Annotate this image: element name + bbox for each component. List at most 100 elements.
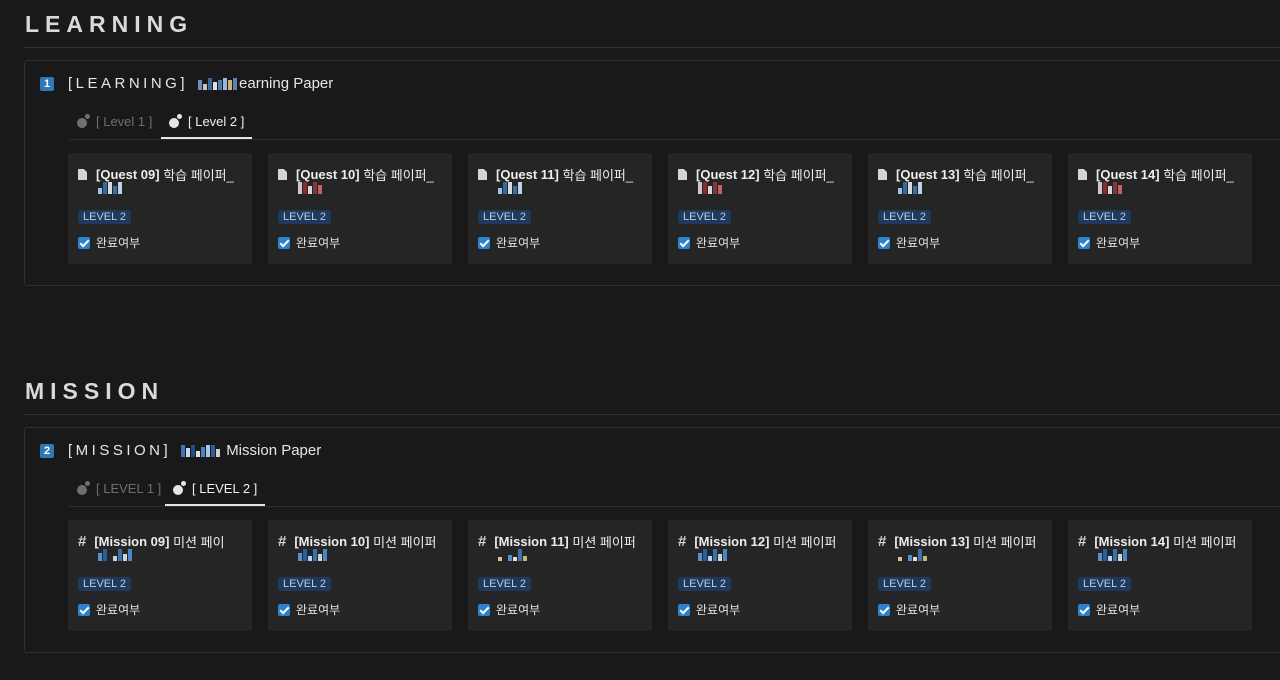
redacted-text-image <box>498 182 522 194</box>
tab-level-2[interactable]: [ Level 2 ] <box>161 105 253 139</box>
done-label: 완료여부 <box>896 236 941 250</box>
card-code: [Mission 09] <box>94 534 170 549</box>
tab-label: [ Level 2 ] <box>188 114 245 129</box>
level-badge: LEVEL 2 <box>678 577 732 591</box>
done-label: 완료여부 <box>296 603 341 617</box>
hash-icon: # <box>78 533 87 550</box>
quest-card[interactable]: [Quest 14] 학습 페이퍼_ LEVEL 2 완료여부 <box>1068 153 1252 264</box>
done-checkbox[interactable] <box>478 236 490 249</box>
redacted-text-image <box>698 182 722 194</box>
redacted-text-image <box>498 549 527 561</box>
card-title: 학습 페이퍼_ <box>763 168 834 183</box>
done-checkbox[interactable] <box>478 603 490 616</box>
mission-card[interactable]: # [Mission 13] 미션 페이퍼 LEVEL 2 완료여부 <box>868 520 1052 631</box>
done-label: 완료여부 <box>896 603 941 617</box>
level-badge: LEVEL 2 <box>878 210 932 224</box>
mission-tabs: [ LEVEL 1 ] [ LEVEL 2 ] <box>69 472 1280 507</box>
mission-card[interactable]: # [Mission 11] 미션 페이퍼 LEVEL 2 완료여부 <box>468 520 652 631</box>
tab-icon <box>173 480 186 495</box>
learning-panel-title[interactable]: 1 [LEARNING] earning Paper <box>40 75 333 92</box>
done-checkbox[interactable] <box>1078 236 1090 249</box>
mission-panel: 2 [MISSION] Mission Paper [ LEVEL 1 ] [ … <box>24 427 1280 653</box>
done-label: 완료여부 <box>96 236 141 250</box>
tab-level-2[interactable]: [ LEVEL 2 ] <box>165 472 266 506</box>
done-label: 완료여부 <box>296 236 341 250</box>
tab-level-1[interactable]: [ Level 1 ] <box>77 105 152 138</box>
level-badge: LEVEL 2 <box>678 210 732 224</box>
learning-panel: 1 [LEARNING] earning Paper [ Level 1 ] [… <box>24 60 1280 286</box>
card-code: [Quest 13] <box>896 167 960 182</box>
card-code: [Quest 14] <box>1096 167 1160 182</box>
redacted-text-image <box>298 182 322 194</box>
page-icon <box>1078 169 1087 180</box>
redacted-text-image <box>898 182 922 194</box>
quest-card[interactable]: [Quest 11] 학습 페이퍼_ LEVEL 2 완료여부 <box>468 153 652 264</box>
quest-card[interactable]: [Quest 12] 학습 페이퍼_ LEVEL 2 완료여부 <box>668 153 852 264</box>
card-title: 학습 페이퍼_ <box>562 168 634 183</box>
mission-card[interactable]: # [Mission 09] 미션 페이 LEVEL 2 완료여부 <box>68 520 252 631</box>
tab-label: [ LEVEL 2 ] <box>192 481 258 496</box>
mission-card[interactable]: # [Mission 14] 미션 페이퍼 LEVEL 2 완료여부 <box>1068 520 1252 631</box>
redacted-text-image <box>181 444 221 457</box>
learning-heading: LEARNING <box>25 11 194 37</box>
done-checkbox[interactable] <box>878 603 890 616</box>
done-checkbox[interactable] <box>78 236 90 249</box>
done-checkbox[interactable] <box>1078 603 1090 616</box>
level-badge: LEVEL 2 <box>278 210 332 224</box>
card-title: 미션 페이 <box>173 535 225 550</box>
done-label: 완료여부 <box>1096 603 1141 617</box>
redacted-text-image <box>1098 549 1127 561</box>
quest-card[interactable]: [Quest 10] 학습 페이퍼_ LEVEL 2 완료여부 <box>268 153 452 264</box>
quest-card[interactable]: [Quest 09] 학습 페이퍼_ LEVEL 2 완료여부 <box>68 153 252 264</box>
number-badge: 2 <box>40 443 54 458</box>
quest-card[interactable]: [Quest 13] 학습 페이퍼_ LEVEL 2 완료여부 <box>868 153 1052 264</box>
done-checkbox[interactable] <box>678 236 690 249</box>
card-code: [Mission 10] <box>294 534 370 549</box>
learning-tabs: [ Level 1 ] [ Level 2 ] <box>69 105 1280 140</box>
tab-icon <box>77 480 90 495</box>
tab-icon <box>169 113 182 128</box>
redacted-text-image <box>1098 182 1122 194</box>
level-badge: LEVEL 2 <box>78 577 132 591</box>
card-title: 미션 페이퍼 <box>973 535 1037 550</box>
card-title: 미션 페이퍼 <box>572 535 636 550</box>
done-checkbox[interactable] <box>78 603 90 616</box>
done-checkbox[interactable] <box>278 236 290 249</box>
done-label: 완료여부 <box>496 236 541 250</box>
done-label: 완료여부 <box>696 236 741 250</box>
hash-icon: # <box>1078 533 1087 550</box>
mission-panel-title[interactable]: 2 [MISSION] Mission Paper <box>40 442 321 459</box>
tab-icon <box>77 113 90 128</box>
card-title: 미션 페이퍼 <box>373 535 437 550</box>
done-checkbox[interactable] <box>678 603 690 616</box>
mission-card[interactable]: # [Mission 12] 미션 페이퍼 LEVEL 2 완료여부 <box>668 520 852 631</box>
mission-card[interactable]: # [Mission 10] 미션 페이퍼 LEVEL 2 완료여부 <box>268 520 452 631</box>
card-title: 미션 페이퍼 <box>1173 535 1237 550</box>
level-badge: LEVEL 2 <box>278 577 332 591</box>
redacted-text-image <box>298 549 327 561</box>
done-label: 완료여부 <box>696 603 741 617</box>
hash-icon: # <box>278 533 287 550</box>
redacted-text-image <box>898 549 927 561</box>
card-code: [Quest 12] <box>696 167 760 182</box>
card-code: [Mission 12] <box>694 534 770 549</box>
done-label: 완료여부 <box>96 603 141 617</box>
panel-title-text: Mission Paper <box>226 442 322 459</box>
done-label: 완료여부 <box>496 603 541 617</box>
page-icon <box>878 169 887 180</box>
done-label: 완료여부 <box>1096 236 1141 250</box>
done-checkbox[interactable] <box>278 603 290 616</box>
card-title: 학습 페이퍼_ <box>163 168 234 183</box>
learning-divider <box>24 47 1280 48</box>
hash-icon: # <box>478 533 487 550</box>
card-code: [Mission 11] <box>494 534 569 549</box>
page-icon <box>478 169 487 180</box>
hash-icon: # <box>878 533 887 550</box>
level-badge: LEVEL 2 <box>78 210 132 224</box>
card-code: [Quest 09] <box>96 167 160 182</box>
card-code: [Mission 14] <box>1094 534 1170 549</box>
done-checkbox[interactable] <box>878 236 890 249</box>
redacted-text-image <box>98 182 122 194</box>
tab-level-1[interactable]: [ LEVEL 1 ] <box>77 472 161 505</box>
redacted-text-image <box>98 549 132 561</box>
